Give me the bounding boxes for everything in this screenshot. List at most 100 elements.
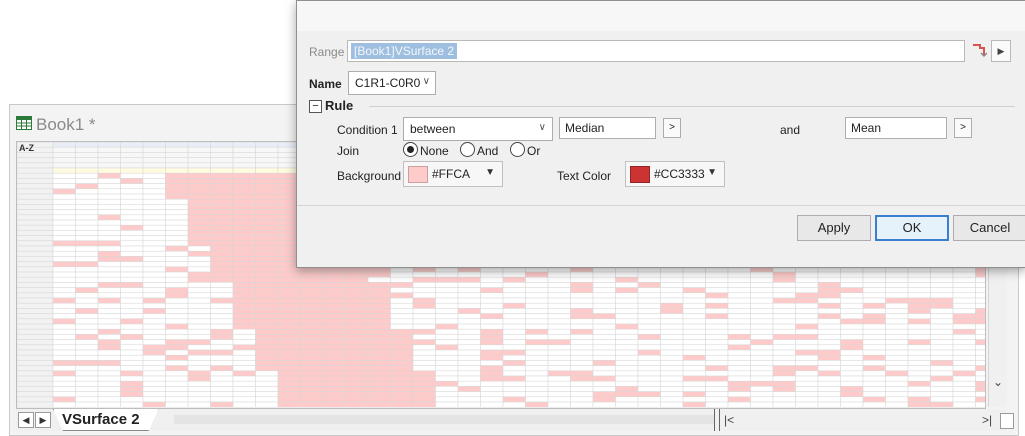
data-cell[interactable] [165, 292, 189, 299]
data-cell[interactable] [682, 391, 706, 398]
data-cell[interactable] [255, 323, 279, 330]
data-cell[interactable] [817, 370, 841, 377]
data-cell[interactable] [682, 380, 706, 387]
data-cell[interactable] [232, 318, 256, 325]
data-cell[interactable] [142, 204, 166, 210]
data-cell[interactable] [165, 302, 189, 309]
data-cell[interactable] [97, 198, 121, 205]
column-header-cell[interactable] [75, 146, 99, 153]
data-cell[interactable] [232, 391, 256, 398]
data-cell[interactable] [547, 396, 571, 403]
data-cell[interactable] [660, 339, 684, 346]
data-cell[interactable] [817, 282, 841, 288]
data-cell[interactable] [97, 308, 121, 314]
data-cell[interactable] [772, 349, 796, 356]
data-cell[interactable] [232, 214, 256, 221]
data-cell[interactable] [705, 344, 729, 351]
data-cell[interactable] [255, 282, 279, 288]
data-cell[interactable] [367, 276, 391, 283]
data-cell[interactable] [570, 282, 594, 288]
column-header-cell[interactable] [97, 162, 121, 169]
data-cell[interactable] [727, 344, 751, 351]
row-header[interactable] [17, 209, 54, 216]
data-cell[interactable] [52, 204, 76, 210]
data-cell[interactable] [322, 318, 346, 325]
data-cell[interactable] [367, 360, 391, 366]
data-cell[interactable] [885, 349, 909, 356]
data-cell[interactable] [840, 323, 864, 330]
data-cell[interactable] [232, 204, 256, 210]
data-cell[interactable] [795, 323, 819, 330]
data-cell[interactable] [750, 334, 774, 340]
column-header-cell[interactable] [255, 162, 279, 169]
data-cell[interactable] [750, 360, 774, 366]
data-cell[interactable] [817, 349, 841, 356]
data-cell[interactable] [660, 365, 684, 372]
data-cell[interactable] [120, 308, 144, 314]
data-cell[interactable] [75, 250, 99, 257]
data-cell[interactable] [795, 328, 819, 335]
data-cell[interactable] [412, 339, 436, 346]
data-cell[interactable] [727, 282, 751, 288]
data-cell[interactable] [457, 302, 481, 309]
data-cell[interactable] [120, 198, 144, 205]
data-cell[interactable] [480, 386, 504, 392]
data-cell[interactable] [97, 204, 121, 210]
data-cell[interactable] [547, 349, 571, 356]
column-header-cell[interactable] [187, 162, 211, 169]
data-cell[interactable] [615, 271, 639, 278]
row-header[interactable] [17, 261, 54, 268]
data-cell[interactable] [502, 396, 526, 403]
data-cell[interactable] [660, 308, 684, 314]
data-cell[interactable] [592, 328, 616, 335]
data-cell[interactable] [52, 198, 76, 205]
data-cell[interactable] [232, 276, 256, 283]
data-cell[interactable] [187, 250, 211, 257]
data-cell[interactable] [907, 313, 931, 320]
data-cell[interactable] [300, 287, 324, 294]
data-cell[interactable] [232, 323, 256, 330]
data-cell[interactable] [52, 370, 76, 377]
data-cell[interactable] [840, 302, 864, 309]
data-cell[interactable] [300, 365, 324, 372]
data-cell[interactable] [187, 198, 211, 205]
data-cell[interactable] [480, 380, 504, 387]
background-color-dropdown[interactable]: #FFCA ▼ [403, 161, 503, 187]
data-cell[interactable] [97, 334, 121, 340]
row-header[interactable] [17, 349, 54, 356]
data-cell[interactable] [637, 276, 661, 283]
data-cell[interactable] [930, 328, 954, 335]
data-cell[interactable] [885, 365, 909, 372]
data-cell[interactable] [682, 370, 706, 377]
data-cell[interactable] [727, 401, 751, 408]
data-cell[interactable] [570, 334, 594, 340]
data-cell[interactable] [345, 276, 369, 283]
data-cell[interactable] [187, 308, 211, 314]
data-cell[interactable] [97, 391, 121, 398]
data-cell[interactable] [727, 318, 751, 325]
data-cell[interactable] [637, 287, 661, 294]
data-cell[interactable] [232, 292, 256, 299]
data-cell[interactable] [75, 380, 99, 387]
data-cell[interactable] [637, 370, 661, 377]
data-cell[interactable] [165, 396, 189, 403]
data-cell[interactable] [727, 375, 751, 382]
data-cell[interactable] [187, 172, 211, 179]
data-cell[interactable] [142, 198, 166, 205]
data-cell[interactable] [52, 396, 76, 403]
data-cell[interactable] [930, 380, 954, 387]
data-cell[interactable] [795, 297, 819, 304]
data-cell[interactable] [367, 391, 391, 398]
data-cell[interactable] [322, 391, 346, 398]
data-cell[interactable] [952, 282, 976, 288]
data-cell[interactable] [345, 328, 369, 335]
data-cell[interactable] [165, 313, 189, 320]
cancel-button[interactable]: Cancel [953, 215, 1025, 241]
data-cell[interactable] [300, 349, 324, 356]
data-cell[interactable] [457, 297, 481, 304]
data-cell[interactable] [322, 370, 346, 377]
data-cell[interactable] [727, 370, 751, 377]
data-cell[interactable] [322, 302, 346, 309]
data-cell[interactable] [300, 375, 324, 382]
data-cell[interactable] [862, 328, 886, 335]
